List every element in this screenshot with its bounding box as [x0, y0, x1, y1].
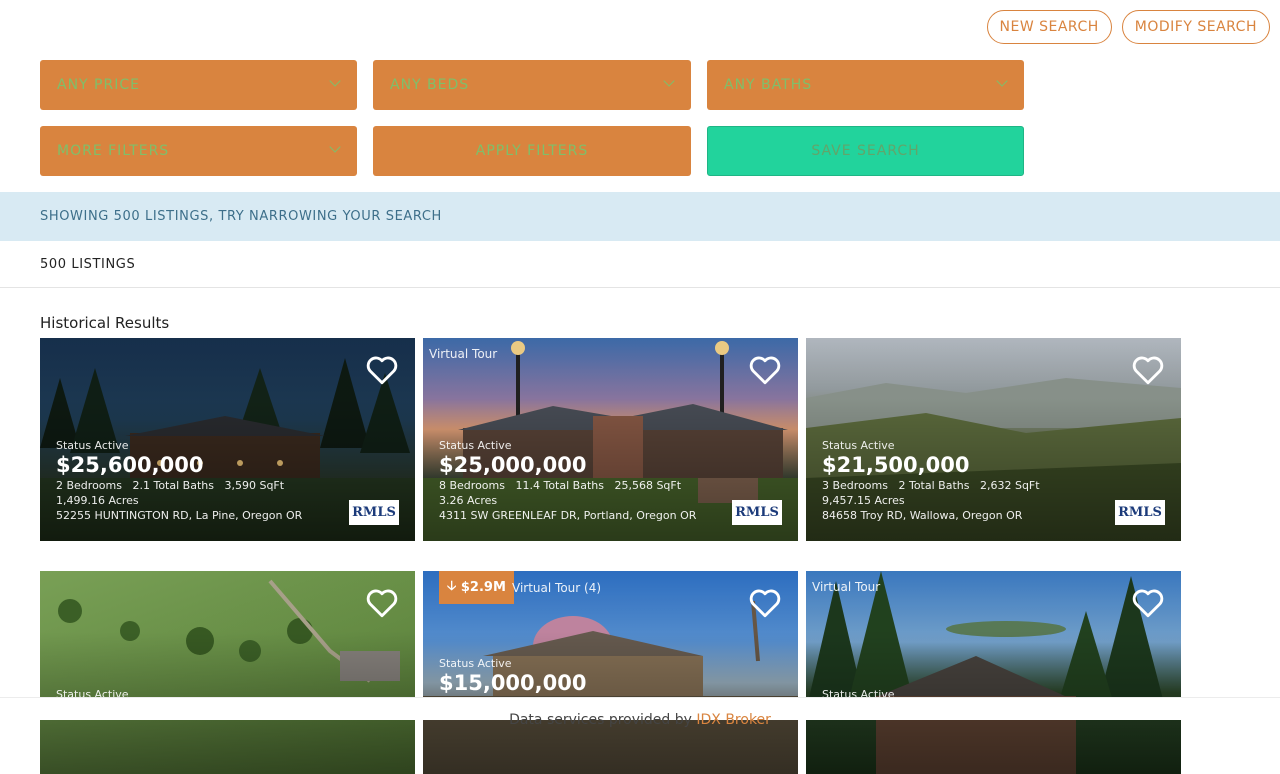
- listing-info: Status Active $21,500,000 3 Bedrooms 2 T…: [822, 439, 1040, 523]
- chevron-down-icon: [329, 75, 341, 87]
- listing-baths: 11.4 Total Baths: [515, 479, 604, 492]
- listing-card[interactable]: Status Active $21,500,000 3 Bedrooms 2 T…: [806, 338, 1181, 541]
- virtual-tour-label[interactable]: Virtual Tour: [429, 347, 497, 361]
- listing-card[interactable]: Status Active $25,600,000 2 Bedrooms 2.1…: [40, 338, 415, 541]
- listing-sqft: 2,632 SqFt: [979, 479, 1040, 492]
- listing-acres: 3.26 Acres: [439, 494, 498, 507]
- section-title: Historical Results: [40, 314, 170, 332]
- footer-text: Data services provided by: [509, 712, 692, 728]
- listing-card[interactable]: Virtual Tour Status Active: [806, 571, 1181, 774]
- favorite-heart-icon[interactable]: [365, 354, 399, 386]
- favorite-heart-icon[interactable]: [1131, 587, 1165, 619]
- baths-dropdown-label: ANY BATHS: [724, 77, 813, 93]
- listing-baths: 2 Total Baths: [898, 479, 970, 492]
- more-filters-dropdown[interactable]: MORE FILTERS: [40, 126, 357, 176]
- footer: Data services provided by IDX Broker: [0, 697, 1280, 728]
- listing-address: 52255 HUNTINGTON RD, La Pine, Oregon OR: [56, 509, 303, 522]
- modify-search-button[interactable]: MODIFY SEARCH: [1121, 10, 1270, 44]
- price-dropdown[interactable]: ANY PRICE: [40, 60, 357, 110]
- listing-info: Status Active $15,000,000: [439, 657, 586, 696]
- more-filters-label: MORE FILTERS: [57, 143, 170, 159]
- rmls-logo: RMLS: [1115, 500, 1165, 525]
- new-search-button[interactable]: NEW SEARCH: [986, 10, 1112, 44]
- listing-card[interactable]: Status Active: [40, 571, 415, 774]
- listing-beds: 8 Bedrooms: [439, 479, 505, 492]
- listing-details: 3 Bedrooms 2 Total Baths 2,632 SqFt: [822, 478, 1040, 493]
- favorite-heart-icon[interactable]: [748, 354, 782, 386]
- listing-price: $21,500,000: [822, 453, 970, 477]
- chevron-down-icon: [663, 75, 675, 87]
- listing-acres: 1,499.16 Acres: [56, 494, 139, 507]
- top-actions: NEW SEARCH MODIFY SEARCH: [986, 10, 1270, 44]
- listing-sqft: 3,590 SqFt: [224, 479, 285, 492]
- listing-status: Status Active: [56, 439, 129, 452]
- listing-info: Status Active $25,000,000 8 Bedrooms 11.…: [439, 439, 696, 523]
- baths-dropdown[interactable]: ANY BATHS: [707, 60, 1024, 110]
- listing-card[interactable]: Virtual Tour Status Active $25,000,000 8…: [423, 338, 798, 541]
- footer-link[interactable]: IDX Broker: [696, 712, 771, 728]
- listing-card[interactable]: 🡣 $2.9M Virtual Tour (4) Status Active $…: [423, 571, 798, 774]
- results-notice: SHOWING 500 LISTINGS, TRY NARROWING YOUR…: [0, 192, 1280, 241]
- beds-dropdown[interactable]: ANY BEDS: [373, 60, 691, 110]
- rmls-logo: RMLS: [349, 500, 399, 525]
- listing-details: 2 Bedrooms 2.1 Total Baths 3,590 SqFt: [56, 478, 302, 493]
- listing-sqft: 25,568 SqFt: [614, 479, 682, 492]
- listing-acres: 9,457.15 Acres: [822, 494, 905, 507]
- listing-details: 8 Bedrooms 11.4 Total Baths 25,568 SqFt: [439, 478, 696, 493]
- favorite-heart-icon[interactable]: [1131, 354, 1165, 386]
- virtual-tour-label[interactable]: Virtual Tour (4): [512, 581, 601, 595]
- chevron-down-icon: [329, 141, 341, 153]
- listing-status: Status Active: [822, 439, 895, 452]
- virtual-tour-label[interactable]: Virtual Tour: [812, 580, 880, 594]
- listing-price: $25,000,000: [439, 453, 587, 477]
- favorite-heart-icon[interactable]: [365, 587, 399, 619]
- price-dropdown-label: ANY PRICE: [57, 77, 140, 93]
- beds-dropdown-label: ANY BEDS: [390, 77, 470, 93]
- price-drop-value: $2.9M: [460, 580, 506, 595]
- listing-address: 4311 SW GREENLEAF DR, Portland, Oregon O…: [439, 509, 697, 522]
- listing-beds: 3 Bedrooms: [822, 479, 888, 492]
- listing-price: $25,600,000: [56, 453, 204, 477]
- apply-filters-button[interactable]: APPLY FILTERS: [373, 126, 691, 176]
- save-search-button[interactable]: SAVE SEARCH: [707, 126, 1024, 176]
- chevron-down-icon: [996, 75, 1008, 87]
- price-drop-badge: 🡣 $2.9M: [439, 571, 514, 604]
- listing-baths: 2.1 Total Baths: [132, 479, 214, 492]
- listing-count: 500 LISTINGS: [0, 241, 1280, 288]
- favorite-heart-icon[interactable]: [748, 587, 782, 619]
- listing-beds: 2 Bedrooms: [56, 479, 122, 492]
- listing-status: Status Active: [439, 439, 512, 452]
- listing-price: $15,000,000: [439, 671, 587, 695]
- listing-address: 84658 Troy RD, Wallowa, Oregon OR: [822, 509, 1023, 522]
- rmls-logo: RMLS: [732, 500, 782, 525]
- arrow-down-icon: 🡣: [447, 578, 457, 594]
- listing-status: Status Active: [439, 657, 512, 670]
- listing-info: Status Active $25,600,000 2 Bedrooms 2.1…: [56, 439, 302, 523]
